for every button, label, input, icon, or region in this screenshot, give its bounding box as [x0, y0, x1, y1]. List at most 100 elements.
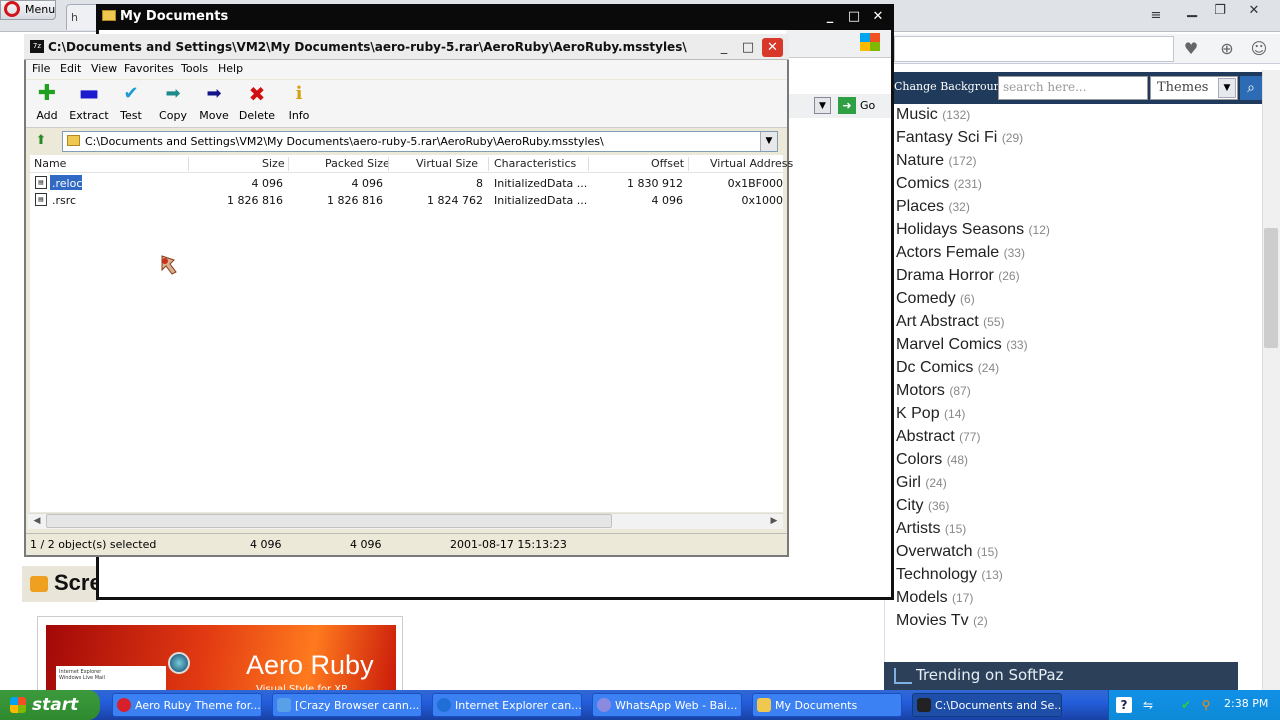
- category-link[interactable]: Actors Female (33): [896, 244, 1025, 262]
- column-header-virtual-address[interactable]: Virtual Address: [710, 157, 793, 170]
- scroll-left-icon[interactable]: ◀: [29, 514, 45, 528]
- browser-close-icon[interactable]: ✕: [1244, 3, 1264, 19]
- category-count: (15): [976, 545, 999, 559]
- copy-button[interactable]: ➡ Copy: [151, 84, 195, 123]
- horizontal-scrollbar-thumb[interactable]: [46, 514, 612, 528]
- category-link[interactable]: Comedy (6): [896, 290, 975, 308]
- category-link[interactable]: Drama Horror (26): [896, 267, 1020, 285]
- category-name: Drama Horror: [896, 267, 994, 284]
- maximize-icon[interactable]: □: [738, 39, 758, 57]
- network-icon[interactable]: ⇋: [1140, 697, 1156, 713]
- heart-icon[interactable]: ♥: [1180, 38, 1202, 60]
- column-divider[interactable]: [188, 157, 189, 171]
- taskbar-item-whatsapp[interactable]: WhatsApp Web - Bai...: [592, 693, 742, 717]
- scroll-right-icon[interactable]: ▶: [766, 514, 782, 528]
- taskbar-item-crazy-browser[interactable]: [Crazy Browser cann...: [272, 693, 422, 717]
- column-divider[interactable]: [388, 157, 389, 171]
- category-link[interactable]: Dc Comics (24): [896, 359, 999, 377]
- menu-favorites[interactable]: Favorites: [124, 62, 174, 75]
- category-link[interactable]: Art Abstract (55): [896, 313, 1005, 331]
- browser-menu-icon[interactable]: ≡: [1146, 8, 1166, 24]
- chevron-down-icon[interactable]: ▼: [814, 97, 831, 114]
- column-header-name[interactable]: Name: [34, 157, 66, 170]
- menu-file[interactable]: File: [32, 62, 50, 75]
- address-field[interactable]: [894, 36, 1174, 62]
- taskbar-item-internet-explorer[interactable]: Internet Explorer can...: [432, 693, 582, 717]
- column-divider[interactable]: [688, 157, 689, 171]
- column-divider[interactable]: [588, 157, 589, 171]
- close-icon[interactable]: ✕: [868, 7, 888, 26]
- chevron-down-icon[interactable]: ▼: [760, 132, 777, 151]
- menu-edit[interactable]: Edit: [60, 62, 81, 75]
- column-header-virtual-size[interactable]: Virtual Size: [416, 157, 478, 170]
- column-header-size[interactable]: Size: [262, 157, 285, 170]
- go-button[interactable]: Go: [860, 99, 875, 112]
- category-link[interactable]: Places (32): [896, 198, 970, 216]
- folder-up-icon[interactable]: ⬆: [32, 133, 50, 149]
- column-divider[interactable]: [488, 157, 489, 171]
- menu-help[interactable]: Help: [218, 62, 243, 75]
- category-link[interactable]: Overwatch (15): [896, 543, 998, 561]
- change-background-link[interactable]: Change Background: [894, 80, 1008, 93]
- category-link[interactable]: Technology (13): [896, 566, 1003, 584]
- site-search-input[interactable]: search here...: [998, 76, 1148, 100]
- info-button[interactable]: i Info: [277, 84, 321, 123]
- search-icon[interactable]: ⚲: [1198, 697, 1214, 713]
- row-offset: 1 830 912: [627, 177, 683, 190]
- category-link[interactable]: Motors (87): [896, 382, 971, 400]
- category-name: Movies Tv: [896, 612, 969, 629]
- 7zip-path-field[interactable]: C:\Documents and Settings\VM2\My Documen…: [62, 131, 778, 152]
- category-link[interactable]: Holidays Seasons (12): [896, 221, 1050, 239]
- my-documents-titlebar[interactable]: My Documents: [96, 4, 894, 30]
- safely-remove-icon[interactable]: ✔: [1178, 697, 1194, 713]
- category-link[interactable]: Models (17): [896, 589, 973, 607]
- column-header-packed-size[interactable]: Packed Size: [325, 157, 390, 170]
- category-link[interactable]: Marvel Comics (33): [896, 336, 1028, 354]
- category-link[interactable]: Artists (15): [896, 520, 966, 538]
- category-link[interactable]: K Pop (14): [896, 405, 965, 423]
- browser-minimize-icon[interactable]: ▁: [1182, 3, 1202, 19]
- test-button[interactable]: ✔ Test: [109, 84, 153, 123]
- download-icon[interactable]: ⊕: [1216, 38, 1238, 60]
- category-count: (2): [973, 614, 988, 628]
- chevron-down-icon[interactable]: ▼: [1218, 78, 1236, 98]
- taskbar-item-my-documents[interactable]: My Documents: [752, 693, 902, 717]
- category-link[interactable]: Fantasy Sci Fi (29): [896, 129, 1023, 147]
- category-link[interactable]: Music (132): [896, 106, 970, 124]
- row-name[interactable]: .rsrc: [52, 194, 76, 207]
- menu-view[interactable]: View: [91, 62, 117, 75]
- category-name: Technology: [896, 566, 977, 583]
- go-arrow-icon[interactable]: ➜: [838, 97, 856, 114]
- delete-button[interactable]: ✖ Delete: [235, 84, 279, 122]
- copy-label: Copy: [159, 109, 187, 122]
- add-button[interactable]: ✚ Add: [25, 83, 69, 123]
- column-divider[interactable]: [288, 157, 289, 171]
- taskbar-item-aero-ruby[interactable]: Aero Ruby Theme for...: [112, 693, 262, 717]
- close-icon[interactable]: ✕: [762, 38, 783, 57]
- row-name[interactable]: .reloc: [52, 177, 82, 190]
- column-header-offset[interactable]: Offset: [651, 157, 684, 170]
- maximize-icon[interactable]: □: [844, 7, 864, 26]
- category-link[interactable]: Nature (172): [896, 152, 977, 170]
- move-button[interactable]: ➡ Move: [192, 84, 236, 123]
- minimize-icon[interactable]: _: [714, 39, 734, 57]
- user-icon[interactable]: ☺: [1248, 38, 1270, 60]
- category-link[interactable]: City (36): [896, 497, 949, 515]
- category-link[interactable]: Movies Tv (2): [896, 612, 988, 630]
- extract-button[interactable]: ▬ Extract: [67, 83, 111, 123]
- search-icon[interactable]: ⌕: [1240, 76, 1262, 100]
- minimize-icon[interactable]: _: [820, 7, 840, 26]
- category-link[interactable]: Girl (24): [896, 474, 947, 492]
- help-icon[interactable]: ?: [1116, 697, 1132, 713]
- menu-tools[interactable]: Tools: [181, 62, 208, 75]
- 7zip-titlebar[interactable]: C:\Documents and Settings\VM2\My Documen…: [24, 34, 789, 60]
- category-link[interactable]: Comics (231): [896, 175, 982, 193]
- page-scrollbar[interactable]: [1262, 70, 1280, 690]
- browser-restore-icon[interactable]: ❐: [1210, 3, 1230, 19]
- folder-icon: [757, 698, 771, 712]
- category-link[interactable]: Abstract (77): [896, 428, 980, 446]
- category-link[interactable]: Colors (48): [896, 451, 968, 469]
- page-scrollbar-thumb[interactable]: [1264, 228, 1278, 348]
- column-header-characteristics[interactable]: Characteristics: [494, 157, 576, 170]
- taskbar-item-7zip[interactable]: C:\Documents and Se...: [912, 693, 1062, 717]
